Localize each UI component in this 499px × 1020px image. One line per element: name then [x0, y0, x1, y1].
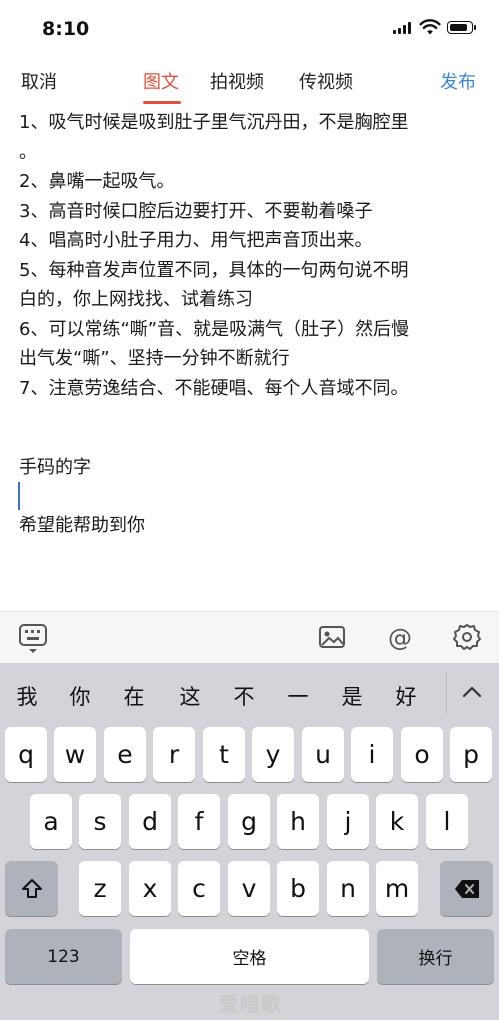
- candidate-word[interactable]: 你: [66, 681, 94, 711]
- tab-shoot-video[interactable]: 拍视频: [210, 68, 264, 94]
- key-y[interactable]: y: [252, 727, 294, 782]
- wifi-icon: [419, 19, 441, 35]
- key-s[interactable]: s: [79, 794, 121, 849]
- settings-icon[interactable]: [453, 623, 481, 651]
- text-cursor: [18, 482, 20, 510]
- publish-button[interactable]: 发布: [440, 68, 476, 94]
- key-u[interactable]: u: [302, 727, 344, 782]
- backspace-icon: [454, 879, 479, 898]
- content-line: 。: [19, 141, 37, 163]
- content-line: 5、每种音发声位置不同，具体的一句两句说不明: [19, 259, 409, 281]
- keyboard-icon[interactable]: [18, 622, 48, 654]
- content-line: 出气发“嘶”、坚持一分钟不断就行: [19, 348, 290, 369]
- key-w[interactable]: w: [54, 727, 96, 782]
- candidate-word[interactable]: 一: [284, 681, 312, 711]
- signature-line: 手码的字: [19, 457, 91, 478]
- content-line: 2、鼻嘴一起吸气。: [19, 171, 175, 192]
- key-n[interactable]: n: [327, 861, 369, 916]
- return-key[interactable]: 换行: [377, 929, 494, 984]
- key-e[interactable]: e: [104, 727, 146, 782]
- candidate-word[interactable]: 我: [13, 681, 41, 711]
- closing-line: 希望能帮助到你: [19, 515, 145, 536]
- key-j[interactable]: j: [327, 794, 369, 849]
- key-p[interactable]: p: [450, 727, 492, 782]
- editor-toolbar: [0, 611, 499, 664]
- status-time: 8:10: [42, 18, 90, 40]
- candidate-word[interactable]: 在: [120, 681, 148, 711]
- key-i[interactable]: i: [351, 727, 393, 782]
- candidate-divider: [446, 672, 447, 714]
- candidate-word[interactable]: 是: [338, 681, 366, 711]
- key-o[interactable]: o: [401, 727, 443, 782]
- cellular-signal-icon: [393, 22, 411, 34]
- shift-icon: [21, 878, 42, 898]
- watermark: 爱唱歌: [219, 992, 282, 1016]
- content-line: 1、吸气时候是吸到肚子里气沉丹田，不是胸腔里: [19, 112, 409, 133]
- backspace-key[interactable]: [440, 861, 493, 916]
- post-editor[interactable]: 1、吸气时候是吸到肚子里气沉丹田，不是胸腔里 。 2、鼻嘴一起吸气。 3、高音时…: [19, 108, 479, 403]
- cancel-button[interactable]: 取消: [21, 68, 57, 94]
- key-m[interactable]: m: [376, 861, 418, 916]
- tab-upload-video[interactable]: 传视频: [299, 68, 353, 94]
- key-a[interactable]: a: [30, 794, 72, 849]
- key-g[interactable]: g: [228, 794, 270, 849]
- key-l[interactable]: l: [426, 794, 468, 849]
- key-r[interactable]: r: [153, 727, 195, 782]
- content-line: 4、唱高时小肚子用力、用气把声音顶出来。: [19, 230, 373, 251]
- key-d[interactable]: d: [129, 794, 171, 849]
- numbers-key[interactable]: 123: [5, 929, 122, 984]
- key-f[interactable]: f: [178, 794, 220, 849]
- key-x[interactable]: x: [129, 861, 171, 916]
- key-c[interactable]: c: [178, 861, 220, 916]
- key-z[interactable]: z: [79, 861, 121, 916]
- candidate-word[interactable]: 不: [230, 681, 258, 711]
- content-line: 7、注意劳逸结合、不能硬唱、每个人音域不同。: [19, 377, 409, 399]
- shift-key[interactable]: [5, 861, 58, 916]
- content-line: 白的，你上网找找、试着练习: [19, 289, 253, 310]
- content-line: 3、高音时候口腔后边要打开、不要勒着嗓子: [19, 200, 373, 222]
- key-v[interactable]: v: [228, 861, 270, 916]
- key-q[interactable]: q: [5, 727, 47, 782]
- key-t[interactable]: t: [203, 727, 245, 782]
- content-line: 6、可以常练“嘶”音、就是吸满气（肚子）然后慢: [19, 318, 410, 340]
- candidate-word[interactable]: 这: [176, 681, 204, 711]
- key-b[interactable]: b: [277, 861, 319, 916]
- candidate-word[interactable]: 好: [392, 681, 420, 711]
- chevron-up-icon[interactable]: [458, 678, 486, 706]
- key-k[interactable]: k: [376, 794, 418, 849]
- key-h[interactable]: h: [277, 794, 319, 849]
- space-key[interactable]: 空格: [130, 929, 369, 984]
- at-icon[interactable]: @: [386, 624, 414, 652]
- active-tab-indicator: [143, 101, 181, 104]
- battery-icon: [447, 21, 476, 34]
- image-icon[interactable]: [318, 624, 346, 650]
- tab-image-text[interactable]: 图文: [143, 68, 179, 94]
